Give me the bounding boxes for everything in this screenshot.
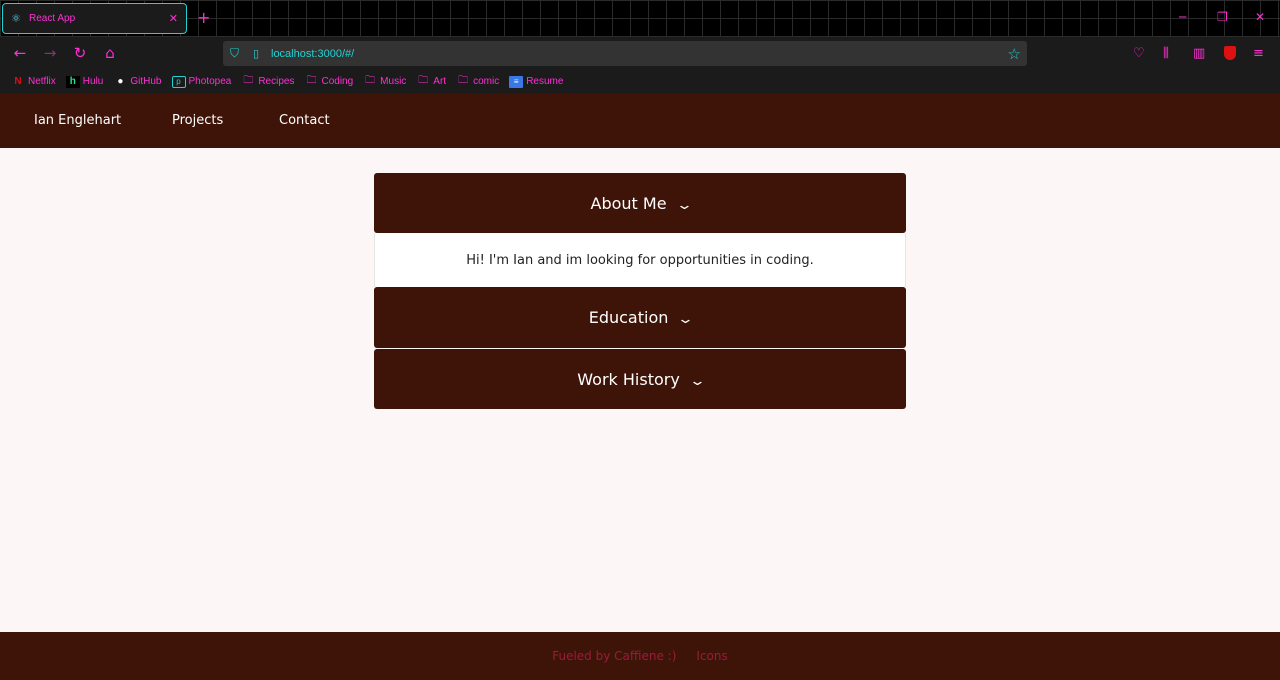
forward-icon[interactable]: → (40, 43, 60, 63)
ublock-icon[interactable] (1224, 46, 1236, 60)
page-info-icon[interactable]: ▯ (253, 47, 265, 60)
netflix-icon: N (14, 76, 22, 87)
bookmark-art[interactable]: 🗀 Art (416, 75, 447, 88)
photopea-icon: p (171, 75, 186, 88)
accordion-title: Work History (577, 369, 680, 389)
browser-toolbar: ← → ↻ ⌂ ⛉ ▯ localhost:3000/#/ ☆ ♡ ⫼ ▥ ≡ (0, 37, 1280, 70)
footer-credit: Fueled by Caffiene :) (552, 649, 677, 663)
site-footer: Fueled by Caffiene :) Icons (0, 632, 1280, 680)
footer-icons-link[interactable]: Icons (696, 649, 727, 663)
bookmark-coding[interactable]: 🗀 Coding (304, 75, 354, 88)
folder-icon: 🗀 (458, 75, 469, 86)
bookmark-label: Netflix (28, 76, 56, 87)
folder-icon: 🗀 (243, 75, 254, 86)
pocket-icon[interactable]: ♡ (1133, 45, 1145, 63)
bookmark-label: Hulu (82, 76, 104, 87)
bookmark-label: Resume (526, 76, 564, 87)
nav-projects-link[interactable]: Projects (172, 93, 223, 148)
folder-icon: 🗀 (418, 75, 429, 86)
reload-icon[interactable]: ↻ (70, 43, 90, 63)
chevron-down-icon: ⌄ (688, 373, 706, 389)
browser-tab[interactable]: ⚛ React App ✕ (2, 3, 187, 34)
browser-titlebar: ⚛ React App ✕ + ─ ❐ ✕ (0, 0, 1280, 37)
doc-icon: ≡ (509, 75, 524, 88)
url-text[interactable]: localhost:3000/#/ (271, 48, 1008, 60)
accordion-header-about[interactable]: About Me ⌄ (374, 173, 906, 233)
bookmarks-bar: N Netflix h Hulu ● GitHub p Photopea 🗀 R… (0, 70, 1280, 93)
bookmark-label: Coding (321, 76, 354, 87)
restore-icon[interactable]: ❐ (1217, 8, 1228, 26)
bookmark-comic[interactable]: 🗀 comic (456, 75, 500, 88)
accordion: About Me ⌄ Hi! I'm Ian and im looking fo… (374, 173, 906, 409)
home-icon[interactable]: ⌂ (100, 43, 120, 63)
tab-title: React App (29, 13, 76, 24)
bookmark-music[interactable]: 🗀 Music (363, 75, 407, 88)
accordion-header-education[interactable]: Education ⌄ (374, 287, 906, 348)
new-tab-icon[interactable]: + (197, 8, 210, 28)
accordion-body-about: Hi! I'm Ian and im looking for opportuni… (374, 233, 906, 287)
site-navbar: Ian Englehart Projects Contact (0, 93, 1280, 148)
bookmark-resume[interactable]: ≡ Resume (509, 75, 564, 88)
bookmark-github[interactable]: ● GitHub (113, 76, 161, 88)
bookmark-hulu[interactable]: h Hulu (65, 75, 104, 88)
github-icon: ● (117, 76, 124, 87)
folder-icon: 🗀 (306, 75, 317, 86)
bookmark-netflix[interactable]: N Netflix (11, 76, 56, 88)
minimize-icon[interactable]: ─ (1179, 8, 1186, 26)
hulu-icon: h (65, 75, 80, 88)
chevron-down-icon: ⌄ (677, 312, 695, 327)
bookmark-label: Photopea (188, 76, 232, 87)
menu-icon[interactable]: ≡ (1253, 45, 1264, 63)
accordion-header-work[interactable]: Work History ⌄ (374, 349, 906, 409)
about-text: Hi! I'm Ian and im looking for opportuni… (466, 252, 814, 268)
chevron-down-icon: ⌄ (675, 197, 693, 213)
bookmark-label: GitHub (130, 76, 162, 87)
bookmark-photopea[interactable]: p Photopea (171, 75, 232, 88)
address-bar[interactable]: ⛉ ▯ localhost:3000/#/ ☆ (223, 41, 1027, 66)
back-icon[interactable]: ← (10, 43, 30, 63)
accordion-title: About Me (590, 193, 667, 213)
nav-contact-link[interactable]: Contact (279, 93, 330, 148)
nav-brand-link[interactable]: Ian Englehart (34, 93, 121, 148)
accordion-title: Education (588, 308, 669, 327)
bookmark-star-icon[interactable]: ☆ (1008, 45, 1021, 63)
sidebar-icon[interactable]: ▥ (1193, 45, 1205, 63)
library-icon[interactable]: ⫼ (1163, 45, 1169, 63)
bookmark-label: Recipes (258, 76, 295, 87)
bookmark-label: comic (473, 76, 500, 87)
shield-icon[interactable]: ⛉ (230, 46, 244, 61)
react-icon: ⚛ (11, 12, 21, 25)
window-close-icon[interactable]: ✕ (1255, 8, 1265, 26)
bookmark-label: Music (380, 76, 407, 87)
folder-icon: 🗀 (365, 75, 376, 86)
close-tab-icon[interactable]: ✕ (169, 12, 178, 25)
bookmark-label: Art (433, 76, 447, 87)
bookmark-recipes[interactable]: 🗀 Recipes (241, 75, 295, 88)
